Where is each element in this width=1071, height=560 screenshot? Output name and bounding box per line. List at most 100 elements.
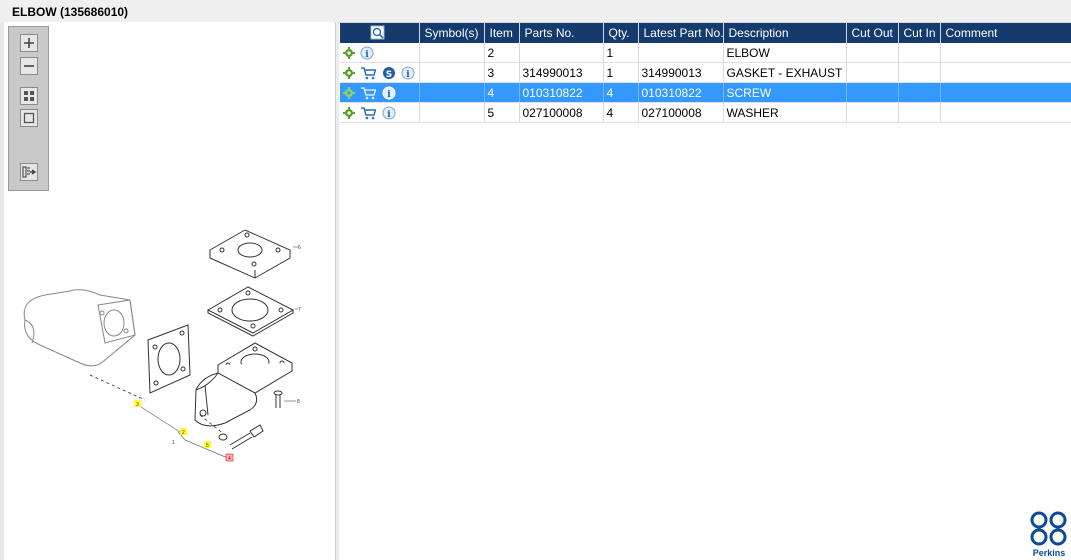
cart-icon[interactable] (360, 106, 377, 120)
qty-cell: 1 (603, 43, 639, 63)
info-icon[interactable]: i (382, 106, 396, 120)
callout-4-label: 4 (228, 456, 231, 462)
fit-all-icon (24, 91, 34, 101)
gear-icon[interactable] (343, 106, 355, 119)
cut-in-cell (898, 102, 941, 123)
cut-in-cell (898, 43, 941, 63)
callout-8-label: 8 (297, 399, 300, 405)
info-icon[interactable]: i (360, 46, 374, 60)
description-cell: SCREW (723, 82, 847, 103)
perkins-logo: Perkins (1028, 510, 1070, 560)
info-icon[interactable]: i (382, 86, 396, 100)
part-no-cell: 010310822 (519, 82, 604, 103)
fit-window-icon (23, 112, 35, 124)
fit-window-button[interactable] (20, 109, 38, 127)
pane-splitter[interactable] (336, 22, 339, 560)
column-header-icons[interactable] (340, 23, 420, 43)
qty-cell: 4 (603, 102, 639, 123)
table-row[interactable]: S i 3 314990013 1 314990013 GASKET - EXH… (340, 62, 1071, 83)
comment-cell (940, 82, 1071, 103)
column-header-latest-part-no[interactable]: Latest Part No. (638, 23, 724, 43)
cut-out-cell (846, 102, 899, 123)
item-cell: 3 (484, 62, 520, 83)
info-icon[interactable]: i (401, 66, 415, 80)
description-cell: WASHER (723, 102, 847, 123)
column-header-qty[interactable]: Qty. (603, 23, 639, 43)
svg-text:i: i (387, 90, 391, 100)
zoom-in-icon (24, 38, 34, 48)
row-icons-cell: i (340, 43, 420, 63)
column-header-cut-in[interactable]: Cut In (898, 23, 941, 43)
callout-3-label: 3 (136, 402, 139, 408)
symbols-cell (419, 82, 485, 103)
fit-all-button[interactable] (20, 87, 38, 105)
table-header-row: Symbol(s) Item Parts No. Qty. Latest Par… (340, 23, 1071, 43)
part-no-cell: 314990013 (519, 62, 604, 83)
item-cell: 2 (484, 43, 520, 63)
symbols-cell (419, 62, 485, 83)
callout-6-label: 6 (298, 245, 301, 251)
column-header-comment[interactable]: Comment (940, 23, 1071, 43)
title-bar: ELBOW (135686010) (0, 0, 1071, 23)
table-row-selected[interactable]: i 4 010310822 4 010310822 SCREW (340, 82, 1071, 103)
row-icons-cell: S i (340, 62, 420, 83)
s-badge-icon[interactable]: S (382, 66, 396, 80)
comment-cell (940, 43, 1071, 63)
item-cell: 5 (484, 102, 520, 123)
perkins-logo-mark (1030, 511, 1067, 546)
gear-icon[interactable] (343, 66, 355, 79)
table-row[interactable]: i 2 1 ELBOW (340, 43, 1071, 63)
parts-drawing[interactable]: 3 2 5 4 6 7 8 1 (10, 225, 330, 480)
qty-cell: 1 (603, 62, 639, 83)
callout-1-label: 1 (172, 440, 175, 446)
table-row[interactable]: i 5 027100008 4 027100008 WASHER (340, 102, 1071, 123)
gear-icon[interactable] (343, 46, 355, 59)
row-icons-cell: i (340, 82, 420, 103)
column-header-item[interactable]: Item (484, 23, 520, 43)
cart-icon[interactable] (360, 66, 377, 80)
column-header-symbols[interactable]: Symbol(s) (419, 23, 485, 43)
cut-out-cell (846, 82, 899, 103)
cut-out-cell (846, 62, 899, 83)
svg-text:i: i (406, 70, 410, 80)
callout-7-label: 7 (298, 307, 301, 313)
search-parts-icon[interactable] (370, 25, 386, 41)
svg-text:i: i (387, 110, 391, 120)
parts-table: Symbol(s) Item Parts No. Qty. Latest Par… (340, 23, 1071, 123)
cut-in-cell (898, 82, 941, 103)
latest-part-no-cell: 314990013 (638, 62, 724, 83)
callout-5-label: 5 (206, 443, 209, 449)
latest-part-no-cell (638, 43, 724, 63)
comment-cell (940, 62, 1071, 83)
zoom-out-icon (24, 65, 34, 67)
export-icon (22, 166, 37, 178)
window-title: ELBOW (135686010) (12, 5, 129, 19)
part-no-cell (519, 43, 604, 63)
description-cell: ELBOW (723, 43, 847, 63)
description-cell: GASKET - EXHAUST (723, 62, 847, 83)
column-header-cut-out[interactable]: Cut Out (846, 23, 899, 43)
qty-cell: 4 (603, 82, 639, 103)
part-no-cell: 027100008 (519, 102, 604, 123)
column-header-parts-no[interactable]: Parts No. (519, 23, 604, 43)
svg-text:S: S (385, 70, 391, 80)
column-header-description[interactable]: Description (723, 23, 847, 43)
svg-text:i: i (366, 50, 370, 60)
item-cell: 4 (484, 82, 520, 103)
symbols-cell (419, 102, 485, 123)
viewer-toolbar (8, 26, 49, 191)
left-edge-strip (0, 22, 4, 560)
perkins-logo-text: Perkins (1032, 548, 1066, 558)
cut-in-cell (898, 62, 941, 83)
comment-cell (940, 102, 1071, 123)
export-button[interactable] (20, 163, 38, 181)
latest-part-no-cell: 027100008 (638, 102, 724, 123)
zoom-in-button[interactable] (20, 34, 38, 52)
zoom-out-button[interactable] (20, 57, 38, 75)
latest-part-no-cell: 010310822 (638, 82, 724, 103)
gear-icon[interactable] (343, 86, 355, 99)
row-icons-cell: i (340, 102, 420, 123)
cart-icon[interactable] (360, 86, 377, 100)
cut-out-cell (846, 43, 899, 63)
symbols-cell (419, 43, 485, 63)
